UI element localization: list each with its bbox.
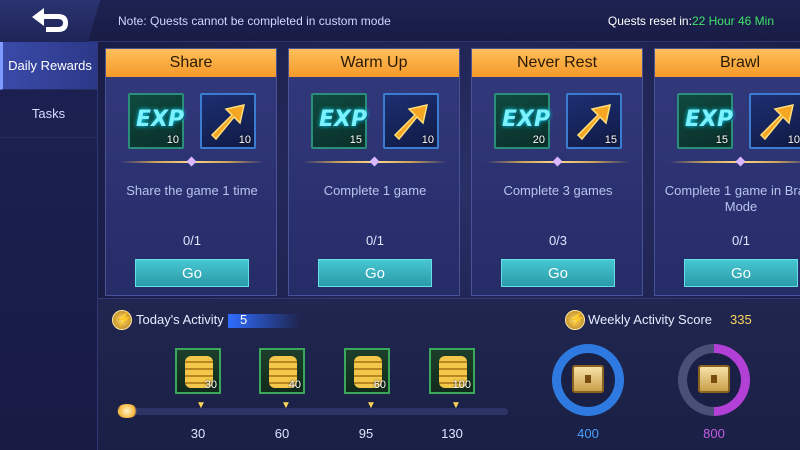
sidebar: Daily Rewards Tasks [0,42,98,450]
exp-reward-icon[interactable]: EXP 20 [494,93,550,149]
milestone-marker-icon: ▼ [366,400,376,411]
go-button[interactable]: Go [318,259,432,287]
activity-reward-chest[interactable]: 60 [344,348,390,394]
points-qty: 10 [421,134,434,146]
milestone-marker-icon: ▼ [281,400,291,411]
reset-time: 22 Hour 46 Min [691,14,774,28]
reset-label: Quests reset in: [607,14,692,28]
points-qty: 10 [787,134,800,146]
quest-title: Brawl [655,49,800,77]
activity-points-icon[interactable]: 10 [200,93,256,149]
go-button[interactable]: Go [135,259,249,287]
back-button[interactable] [0,0,100,42]
exp-qty: 10 [166,134,179,146]
weekly-threshold: 400 [577,426,599,441]
milestone-threshold: 60 [274,426,290,441]
quest-description: Complete 1 game [323,183,427,198]
weekly-threshold: 800 [703,426,725,441]
quest-progress: 0/1 [365,233,385,248]
progress-glow-icon [116,404,138,418]
chest-icon [698,365,730,393]
quest-card-brawl: Brawl EXP 15 10 Complete 1 game in Brawl… [654,48,800,296]
quest-progress: 0/1 [731,233,751,248]
ornament-divider [120,161,264,163]
weekly-activity-score: 335 [730,312,752,327]
quest-card-share: Share EXP 10 10 Share the game 1 time 0/… [105,48,277,296]
reward-qty: 100 [452,379,471,391]
ring-inner [561,353,615,407]
ornament-divider [669,161,800,163]
exp-label: EXP [685,107,734,132]
activity-bolt-icon [112,310,132,330]
sidebar-item-tasks[interactable]: Tasks [0,90,97,138]
exp-reward-icon[interactable]: EXP 10 [128,93,184,149]
milestone-threshold: 95 [358,426,374,441]
quest-cards: Share EXP 10 10 Share the game 1 time 0/… [105,48,800,298]
weekly-chest-800[interactable] [678,344,750,416]
exp-label: EXP [319,107,368,132]
milestone-threshold: 30 [190,426,206,441]
reward-qty: 60 [373,379,386,391]
quest-title: Warm Up [289,49,459,77]
quest-card-warm-up: Warm Up EXP 15 10 Complete 1 game 0/1 Go [288,48,460,296]
activity-points-icon[interactable]: 10 [383,93,439,149]
activity-highlight-bar [228,314,300,328]
todays-activity-value: 5 [240,312,248,327]
activity-points-icon[interactable]: 10 [749,93,800,149]
reward-qty: 40 [288,379,301,391]
activity-progress-track [118,408,508,415]
quest-title: Never Rest [472,49,642,77]
activity-points-icon[interactable]: 15 [566,93,622,149]
quest-rewards: EXP 10 10 [128,93,258,149]
weekly-activity-label: Weekly Activity Score [588,312,713,327]
activity-reward-chest[interactable]: 100 [429,348,475,394]
sidebar-item-daily-rewards[interactable]: Daily Rewards [0,42,97,90]
milestone-threshold: 130 [441,426,463,441]
custom-mode-note: Note: Quests cannot be completed in cust… [118,14,391,28]
exp-qty: 15 [349,134,362,146]
points-qty: 15 [604,134,617,146]
ornament-divider [486,161,630,163]
quest-title: Share [106,49,276,77]
exp-qty: 15 [715,134,728,146]
quest-progress: 0/3 [548,233,568,248]
quest-progress: 0/1 [182,233,202,248]
quest-rewards: EXP 15 10 [677,93,800,149]
activity-reward-chest[interactable]: 30 [175,348,221,394]
quest-description: Complete 1 game in Brawl Mode [664,183,800,214]
exp-reward-icon[interactable]: EXP 15 [677,93,733,149]
quest-card-never-rest: Never Rest EXP 20 15 Complete 3 games 0/… [471,48,643,296]
exp-label: EXP [502,107,551,132]
weekly-bolt-icon [565,310,585,330]
milestone-marker-icon: ▼ [196,400,206,411]
chest-icon [572,365,604,393]
exp-label: EXP [136,107,185,132]
quest-description: Share the game 1 time [126,183,258,198]
exp-reward-icon[interactable]: EXP 15 [311,93,367,149]
go-button[interactable]: Go [684,259,798,287]
quest-rewards: EXP 15 10 [311,93,441,149]
todays-activity-label: Today's Activity [136,312,224,327]
activity-reward-chest[interactable]: 40 [259,348,305,394]
weekly-chest-400[interactable] [552,344,624,416]
top-bar: Note: Quests cannot be completed in cust… [0,0,800,42]
quest-reset-timer: Quests reset in:22 Hour 46 Min [608,14,774,28]
go-button[interactable]: Go [501,259,615,287]
exp-qty: 20 [532,134,545,146]
reward-qty: 30 [204,379,217,391]
ornament-divider [303,161,447,163]
points-qty: 10 [238,134,251,146]
ring-inner [687,353,741,407]
back-arrow-icon [32,8,68,32]
quest-rewards: EXP 20 15 [494,93,624,149]
quest-description: Complete 3 games [503,183,613,198]
milestone-marker-icon: ▼ [451,400,461,411]
